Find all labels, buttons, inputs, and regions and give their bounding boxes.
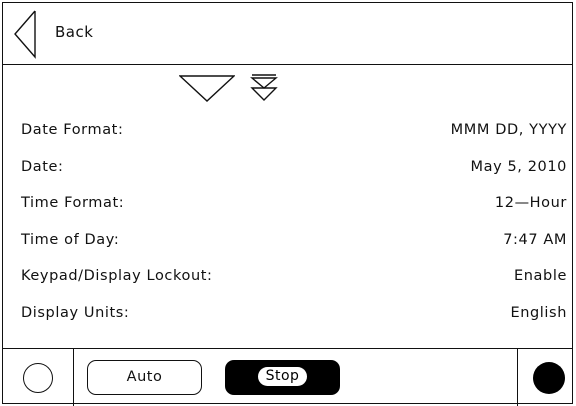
setting-label: Date:	[21, 158, 64, 175]
header-bar: Back	[3, 3, 572, 65]
back-button[interactable]: Back	[13, 9, 133, 59]
footer-divider	[517, 349, 518, 406]
setting-value: May 5, 2010	[470, 158, 567, 175]
setting-row-display-units[interactable]: Display Units: English	[3, 298, 572, 335]
setting-value: MMM DD, YYYY	[450, 122, 567, 138]
setting-row-date[interactable]: Date: May 5, 2010	[3, 152, 572, 189]
setting-value: 7:47 AM	[503, 231, 567, 248]
screen-frame: Back Date Format: MMM DD, YYYY Date: May…	[2, 2, 573, 406]
setting-value: Enable	[514, 268, 567, 284]
setting-row-time-format[interactable]: Time Format: 12—Hour	[3, 188, 572, 225]
scroll-to-bottom-icon[interactable]	[249, 73, 279, 103]
stop-label: Stop	[257, 367, 308, 386]
setting-row-time-of-day[interactable]: Time of Day: 7:47 AM	[3, 225, 572, 262]
setting-row-keypad-lockout[interactable]: Keypad/Display Lockout: Enable	[3, 261, 572, 298]
setting-value: English	[510, 304, 567, 321]
power-off-indicator-icon[interactable]	[23, 363, 53, 393]
setting-label: Date Format:	[21, 122, 124, 138]
back-arrow-icon	[14, 10, 36, 59]
setting-label: Keypad/Display Lockout:	[21, 268, 213, 284]
setting-label: Time of Day:	[21, 231, 120, 248]
scroll-controls	[179, 73, 289, 103]
footer-divider	[73, 349, 74, 406]
setting-label: Time Format:	[21, 195, 125, 211]
scroll-down-icon[interactable]	[179, 73, 235, 103]
setting-row-date-format[interactable]: Date Format: MMM DD, YYYY	[3, 115, 572, 152]
footer-bar: Auto Stop	[3, 348, 572, 406]
auto-button[interactable]: Auto	[87, 360, 202, 395]
power-on-indicator-icon[interactable]	[533, 362, 565, 394]
stop-button[interactable]: Stop	[225, 360, 340, 395]
setting-value: 12—Hour	[494, 195, 567, 211]
setting-label: Display Units:	[21, 304, 130, 321]
back-label: Back	[55, 23, 94, 41]
settings-list: Date Format: MMM DD, YYYY Date: May 5, 2…	[3, 115, 572, 334]
